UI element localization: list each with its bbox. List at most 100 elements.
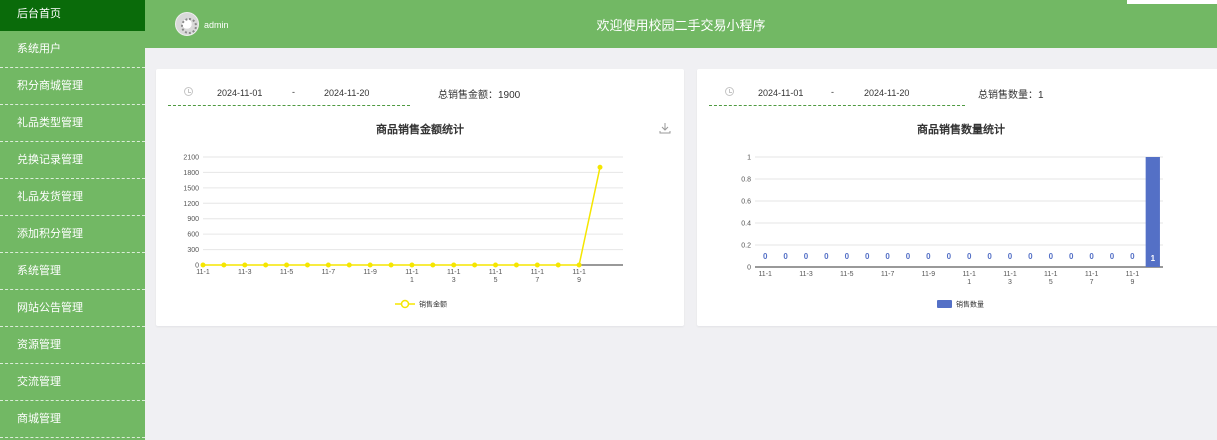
data-point [513,262,519,268]
sidebar-item-announcements[interactable]: 网站公告管理 [0,290,145,327]
sidebar-item-add-points[interactable]: 添加积分管理 [0,216,145,253]
data-label: 0 [763,252,768,261]
x-tick-label: 11-1 [962,271,976,278]
data-point [284,262,290,268]
x-tick-label: 11-1 [1126,271,1140,278]
data-label: 0 [906,252,911,261]
x-tick-label: 5 [1049,279,1053,286]
sidebar-item-system-users[interactable]: 系统用户 [0,31,145,68]
data-label: 0 [1130,252,1135,261]
data-label: 0 [1008,252,1013,261]
x-tick-label: 11-1 [1003,271,1017,278]
x-tick-label: 11-3 [799,271,813,278]
data-point [388,262,394,268]
data-label: 0 [804,252,809,261]
data-point [367,262,373,268]
data-point [200,262,206,268]
data-label: 0 [824,252,829,261]
x-tick-label: 11-1 [1044,271,1058,278]
y-tick-label: 600 [187,232,199,239]
sidebar-item-exchange-records[interactable]: 兑换记录管理 [0,142,145,179]
sidebar: 后台首页 系统用户 积分商城管理 礼品类型管理 兑换记录管理 礼品发货管理 添加… [0,0,145,440]
x-tick-label: 11-5 [840,271,854,278]
x-tick-label: 11-5 [280,269,294,276]
x-tick-label: 11-1 [489,269,503,276]
y-tick-label: 2100 [183,155,199,162]
y-tick-label: 1500 [183,185,199,192]
y-tick-label: 1800 [183,170,199,177]
x-tick-label: 1 [967,279,971,286]
sidebar-item-exchange[interactable]: 交流管理 [0,364,145,401]
x-tick-label: 11-1 [1085,271,1099,278]
data-label: 0 [1069,252,1074,261]
data-point [493,262,499,268]
x-tick-label: 9 [577,277,581,284]
data-point [430,262,436,268]
data-label: 1 [1151,254,1156,263]
y-tick-label: 0.6 [741,199,751,206]
data-label: 0 [987,252,992,261]
legend-marker [400,299,410,309]
x-tick-label: 1 [410,277,414,284]
bar [1145,157,1160,267]
data-label: 0 [885,252,890,261]
x-tick-label: 11-7 [881,271,895,278]
series-line [203,167,601,266]
data-label: 0 [926,252,931,261]
x-tick-label: 7 [1090,279,1094,286]
x-tick-label: 11-1 [405,269,419,276]
y-tick-label: 300 [187,247,199,254]
data-point [597,164,603,170]
y-tick-label: 1200 [183,201,199,208]
sidebar-item-mall[interactable]: 商城管理 [0,401,145,438]
x-tick-label: 5 [494,277,498,284]
data-point [325,262,331,268]
sales-count-bar-chart: 00.20.40.60.8111-1 11-3 11-5 11-7 11-9 11-111… [741,155,1163,309]
x-tick-label: 11-7 [322,269,336,276]
x-tick-label: 7 [535,277,539,284]
data-label: 0 [845,252,850,261]
header-corner [1127,0,1217,4]
data-point [534,262,540,268]
data-point [451,262,457,268]
data-label: 0 [967,252,972,261]
sidebar-item-points-mall[interactable]: 积分商城管理 [0,68,145,105]
legend-label: 销售金额 [419,300,447,309]
data-point [576,262,582,268]
data-label: 0 [783,252,788,261]
data-point [242,262,248,268]
data-point [409,262,415,268]
sidebar-item-resources[interactable]: 资源管理 [0,327,145,364]
x-tick-label: 11-9 [363,269,377,276]
sidebar-item-system[interactable]: 系统管理 [0,253,145,290]
y-tick-label: 0.4 [741,221,751,228]
x-tick-label: 3 [452,277,456,284]
y-tick-label: 900 [187,216,199,223]
x-tick-label: 11-1 [572,269,586,276]
sidebar-item-gift-shipping[interactable]: 礼品发货管理 [0,179,145,216]
data-point [346,262,352,268]
sidebar-item-gift-types[interactable]: 礼品类型管理 [0,105,145,142]
data-point [472,262,478,268]
data-point [263,262,269,268]
x-tick-label: 3 [1008,279,1012,286]
sidebar-item-dashboard[interactable]: 后台首页 [0,0,145,31]
y-tick-label: 0 [747,265,751,272]
data-point [304,262,310,268]
x-tick-label: 11-1 [447,269,461,276]
legend-label: 销售数量 [956,300,984,309]
data-label: 0 [1028,252,1033,261]
data-point [555,262,561,268]
sales-amount-line-chart: 0300600900120015001800210011-1 11-3 11-5 11… [183,155,623,309]
data-label: 0 [1110,252,1115,261]
x-tick-label: 11-1 [531,269,545,276]
y-tick-label: 0.8 [741,177,751,184]
data-point [221,262,227,268]
data-label: 0 [1049,252,1054,261]
data-label: 0 [947,252,952,261]
x-tick-label: 11-1 [758,271,772,278]
page-title: 欢迎使用校园二手交易小程序 [596,18,766,33]
x-tick-label: 11-3 [238,269,252,276]
top-header: admin 欢迎使用校园二手交易小程序 [145,0,1217,48]
sales-amount-panel: 2024-11-01 - 2024-11-20 总销售金额：1900 商品销售金… [156,69,684,326]
